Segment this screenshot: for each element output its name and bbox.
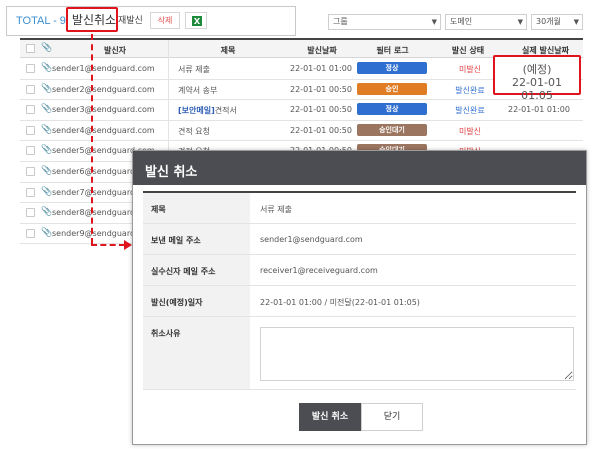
row-status: 미발신 xyxy=(458,126,482,136)
row-subject-text: 서류 제출 xyxy=(178,65,210,74)
attachment-icon: 📎 xyxy=(41,227,53,238)
attachment-icon: 📎 xyxy=(41,63,53,73)
total-count: TOTAL - 9 xyxy=(16,15,66,27)
row-filter-badge: 정상 xyxy=(357,103,427,116)
cancel-send-highlight xyxy=(66,7,118,32)
row-subject-tag: [보안메일] xyxy=(178,106,215,116)
delete-button[interactable]: 삭제 xyxy=(150,12,180,29)
cancel-send-dialog: 발신 취소 제목 서류 제출 보낸 메일 주소 sender1@sendguar… xyxy=(132,150,587,445)
date-label: 발신(예정)일자 xyxy=(143,286,250,316)
subject-label: 제목 xyxy=(143,193,250,223)
form-row-from: 보낸 메일 주소 sender1@sendguard.com xyxy=(143,224,576,255)
from-value: sender1@sendguard.com xyxy=(260,235,363,244)
row-date: 22-01-01 00:50 xyxy=(290,125,352,135)
dialog-title: 발신 취소 xyxy=(145,165,198,180)
to-label: 실수신자 메일 주소 xyxy=(143,255,250,285)
row-status: 발신완료 xyxy=(455,85,485,95)
row-subject[interactable]: 견적 요청 xyxy=(178,126,210,137)
row-checkbox[interactable] xyxy=(26,146,35,156)
row-checkbox[interactable] xyxy=(26,208,35,218)
confirm-cancel-send-button[interactable]: 발신 취소 xyxy=(299,403,361,431)
attachment-icon: 📎 xyxy=(41,104,53,115)
pointer-arrow-line xyxy=(91,244,125,246)
row-checkbox[interactable] xyxy=(26,64,35,73)
row-date: 22-01-01 00:50 xyxy=(290,84,352,94)
group-select[interactable]: 그룹 ▼ xyxy=(328,14,441,30)
header-subject: 제목 xyxy=(220,46,236,55)
domain-select-value: 도메인 xyxy=(450,17,473,26)
row-subject-text: 계약서 송부 xyxy=(178,85,218,95)
row-subject-text: 견적서 xyxy=(214,106,237,116)
form-row-date: 발신(예정)일자 22-01-01 01:00 / 미전달(22-01-01 0… xyxy=(143,286,576,317)
row-checkbox[interactable] xyxy=(26,125,35,135)
row-filter-badge: 승인 xyxy=(357,82,427,95)
callout-scheduled-label: (예정) xyxy=(522,63,552,76)
period-select[interactable]: 30개월 ▼ xyxy=(531,14,583,30)
attachment-icon: 📎 xyxy=(41,43,53,53)
row-sender: sender2@sendguard.com xyxy=(52,84,155,94)
header-date: 발신날짜 xyxy=(307,46,337,55)
actual-date-callout: (예정) 22-01-01 01:05 xyxy=(493,55,581,102)
attachment-icon: 📎 xyxy=(41,83,53,94)
header-sender: 발신자 xyxy=(103,46,127,55)
form-row-subject: 제목 서류 제출 xyxy=(143,193,576,224)
row-filter-badge: 승인대기 xyxy=(357,123,427,136)
attachment-icon: 📎 xyxy=(41,166,53,176)
chevron-down-icon: ▼ xyxy=(517,18,523,26)
row-actual-date: 22-01-01 01:00 xyxy=(508,105,570,115)
row-sender: sender1@sendguard.com xyxy=(52,64,155,73)
row-subject[interactable]: 계약서 송부 xyxy=(178,85,217,96)
row-subject[interactable]: 서류 제출 xyxy=(178,64,210,75)
header-send-status: 발신 상태 xyxy=(451,46,485,55)
resend-button[interactable]: 재발신 xyxy=(118,13,143,26)
row-status: 미발신 xyxy=(458,65,482,74)
row-subject[interactable]: [보안메일]견적서 xyxy=(178,105,237,116)
to-value: receiver1@receiveguard.com xyxy=(260,266,378,275)
domain-select[interactable]: 도메인 ▼ xyxy=(445,14,527,30)
reason-input[interactable] xyxy=(260,327,574,381)
excel-export-button[interactable] xyxy=(185,12,207,29)
row-checkbox[interactable] xyxy=(26,167,35,176)
arrow-right-icon xyxy=(124,240,132,250)
attachment-icon: 📎 xyxy=(41,124,53,135)
attachment-icon: 📎 xyxy=(41,145,53,156)
select-all-checkbox[interactable] xyxy=(26,44,35,53)
table-row[interactable]: 📎 sender3@sendguard.com [보안메일]견적서 22-01-01 … xyxy=(20,100,583,121)
row-filter-badge: 정상 xyxy=(357,62,427,74)
group-select-value: 그룹 xyxy=(333,17,348,26)
header-filter-log: 필터 로그 xyxy=(376,46,409,55)
table-row[interactable]: 📎 sender4@sendguard.com 견적 요청 22-01-01 00:5… xyxy=(20,121,583,142)
chevron-down-icon: ▼ xyxy=(431,18,437,26)
row-checkbox[interactable] xyxy=(26,84,35,94)
row-sender: sender4@sendguard.com xyxy=(52,125,155,135)
attachment-icon: 📎 xyxy=(41,207,53,218)
form-row-to: 실수신자 메일 주소 receiver1@receiveguard.com xyxy=(143,255,576,286)
form-row-reason: 취소사유 xyxy=(143,317,576,390)
dialog-form: 제목 서류 제출 보낸 메일 주소 sender1@sendguard.com … xyxy=(143,191,576,390)
date-value: 22-01-01 01:00 / 미전달(22-01-01 01:05) xyxy=(260,298,420,307)
row-date: 22-01-01 00:50 xyxy=(290,105,352,115)
row-checkbox[interactable] xyxy=(26,187,35,197)
callout-scheduled-date: 22-01-01 01:05 xyxy=(512,76,562,102)
row-checkbox[interactable] xyxy=(26,105,35,115)
row-subject-text: 견적 요청 xyxy=(178,126,210,136)
row-sender: sender3@sendguard.com xyxy=(52,105,155,115)
from-label: 보낸 메일 주소 xyxy=(143,224,250,254)
dialog-header: 발신 취소 xyxy=(133,151,586,185)
row-date: 22-01-01 01:00 xyxy=(290,64,352,73)
pointer-arrow-line xyxy=(91,34,93,244)
row-status: 발신완료 xyxy=(455,106,485,116)
period-select-value: 30개월 xyxy=(536,17,561,26)
attachment-icon: 📎 xyxy=(41,186,53,197)
excel-icon xyxy=(192,16,202,26)
reason-label: 취소사유 xyxy=(143,317,250,389)
chevron-down-icon: ▼ xyxy=(573,18,579,26)
close-button[interactable]: 닫기 xyxy=(361,403,423,431)
subject-value: 서류 제출 xyxy=(260,205,292,214)
row-checkbox[interactable] xyxy=(26,228,35,238)
